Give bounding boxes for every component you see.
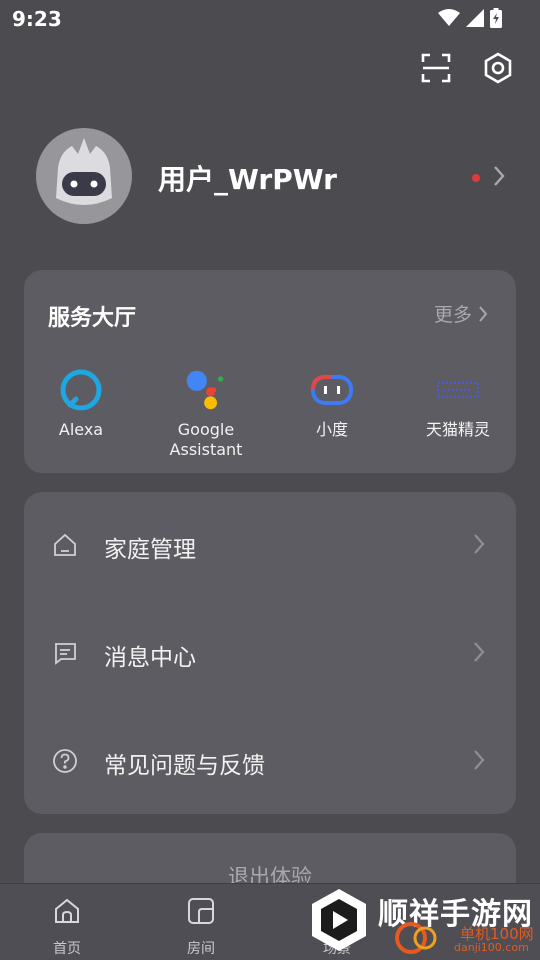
status-bar: 9:23 xyxy=(0,0,540,38)
service-hall-title: 服务大厅 xyxy=(48,306,137,331)
settings-icon xyxy=(484,52,512,84)
xiaodu-icon xyxy=(311,375,353,405)
watermark: 顺祥手游网 单机100网 danji100.com xyxy=(304,883,540,960)
menu-label: 消息中心 xyxy=(104,645,196,671)
tab-label: 首页 xyxy=(53,941,81,957)
service-label: 小度 xyxy=(315,420,348,439)
menu-label: 常见问题与反馈 xyxy=(104,753,265,779)
tab-label: 房间 xyxy=(187,941,215,957)
service-item-alexa[interactable]: Alexa xyxy=(21,368,141,440)
scan-button[interactable] xyxy=(420,52,452,84)
service-label: 天猫精灵 xyxy=(425,420,490,439)
tab-home[interactable]: 首页 xyxy=(32,896,102,958)
google-label-line1: Google xyxy=(177,420,235,439)
service-hall-card: 服务大厅 更多 Alexa Google Assistant 小度 天猫精灵 xyxy=(24,270,516,473)
menu-label: 家庭管理 xyxy=(104,537,196,563)
help-icon xyxy=(53,749,77,773)
chevron-right-icon[interactable] xyxy=(492,165,506,187)
scan-icon xyxy=(421,53,451,83)
service-items: Alexa Google Assistant 小度 天猫精灵 xyxy=(24,368,516,468)
tab-room[interactable]: 房间 xyxy=(166,896,236,958)
status-icons xyxy=(438,8,502,28)
tmall-genie-icon xyxy=(437,382,479,398)
battery-charging-icon xyxy=(490,8,502,28)
settings-button[interactable] xyxy=(482,52,514,84)
menu-card: 家庭管理 消息中心 常见问题与反馈 xyxy=(24,492,516,814)
chevron-right-icon xyxy=(479,305,488,322)
service-item-xiaodu[interactable]: 小度 xyxy=(272,368,392,440)
username[interactable]: 用户_WrPWr xyxy=(158,158,337,198)
home-tab-icon xyxy=(55,898,79,923)
more-label[interactable]: 更多 xyxy=(434,300,472,327)
service-item-tmall-genie[interactable]: 天猫精灵 xyxy=(398,368,518,440)
wifi-icon xyxy=(438,9,460,26)
top-actions xyxy=(420,52,514,84)
service-item-google-assistant[interactable]: Google Assistant xyxy=(146,368,266,460)
message-icon xyxy=(55,643,76,665)
google-assistant-icon xyxy=(186,370,224,410)
status-time: 9:23 xyxy=(12,7,62,31)
watermark-logo-icon xyxy=(312,889,366,951)
menu-item-family-management[interactable]: 家庭管理 xyxy=(24,505,516,585)
alexa-icon xyxy=(60,369,102,411)
chevron-right-icon xyxy=(474,534,485,554)
google-label-line2: Assistant xyxy=(169,440,243,459)
menu-item-faq-feedback[interactable]: 常见问题与反馈 xyxy=(24,721,516,801)
robot-avatar-icon xyxy=(56,138,112,205)
service-label: Alexa xyxy=(58,420,104,439)
more-link[interactable]: 更多 xyxy=(434,300,488,327)
home-icon xyxy=(54,533,76,556)
notification-dot xyxy=(472,174,480,182)
service-label: Google Assistant xyxy=(146,420,266,460)
profile-row[interactable]: 用户_WrPWr xyxy=(36,128,516,224)
signal-icon xyxy=(466,9,484,27)
avatar[interactable] xyxy=(36,128,132,224)
room-tab-icon xyxy=(188,898,214,924)
menu-item-message-center[interactable]: 消息中心 xyxy=(24,613,516,693)
watermark-url: danji100.com xyxy=(454,941,529,954)
watermark-badge-icon xyxy=(395,922,437,954)
chevron-right-icon xyxy=(474,642,485,662)
chevron-right-icon xyxy=(474,750,485,770)
